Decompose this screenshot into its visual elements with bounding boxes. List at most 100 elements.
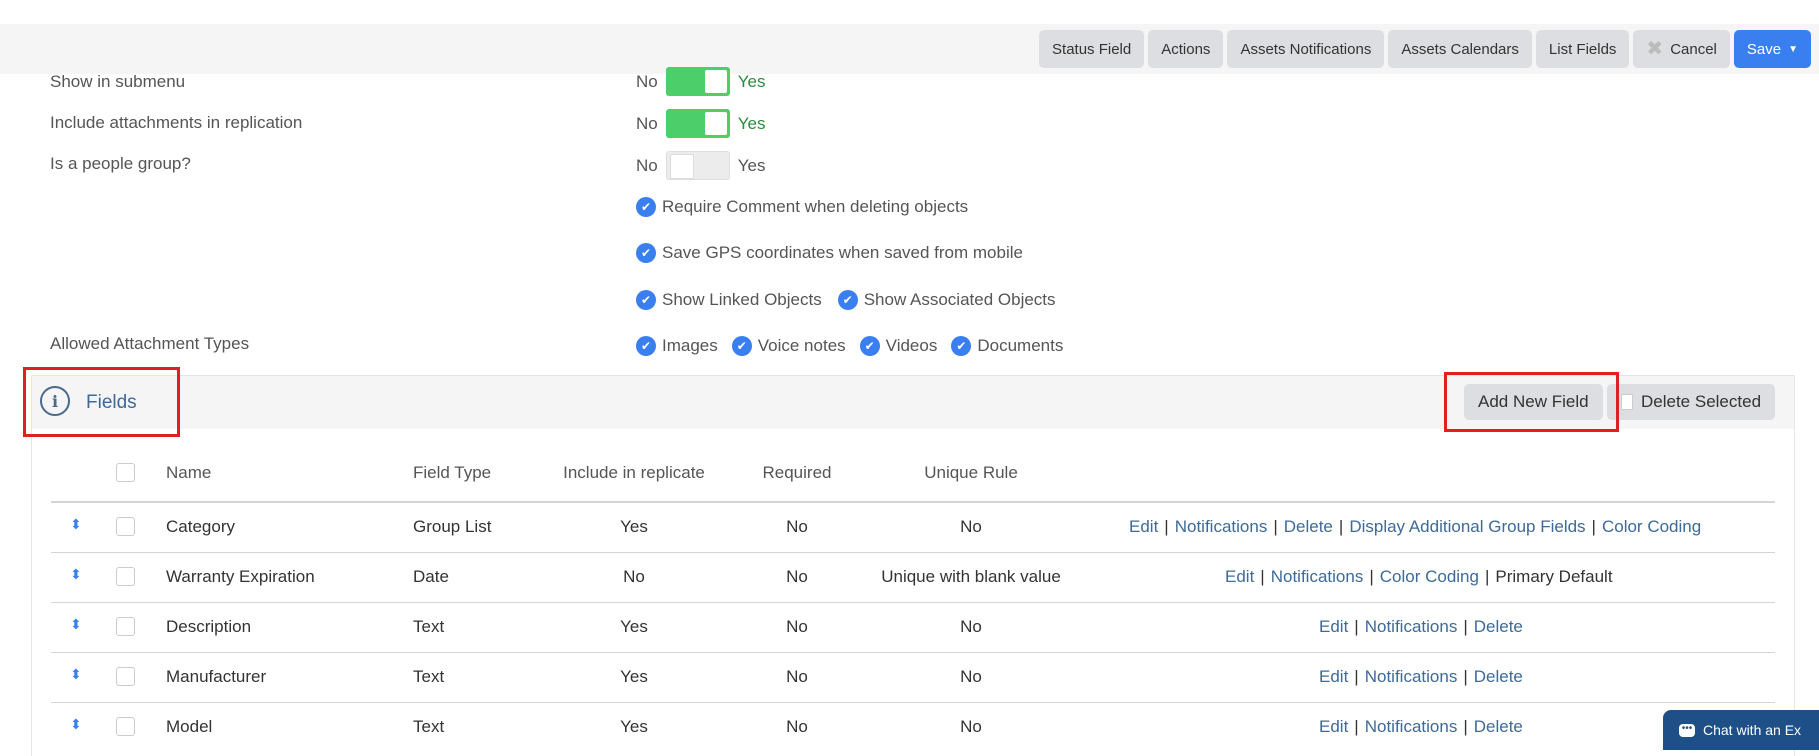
attachment-type-label: Voice notes <box>757 336 846 355</box>
field-unique: No <box>960 717 982 736</box>
attachment-type-documents[interactable]: ✔ Documents <box>951 336 1063 356</box>
require-comment-option[interactable]: ✔ Require Comment when deleting objects <box>636 197 968 217</box>
attachment-type-images[interactable]: ✔ Images <box>636 336 718 356</box>
row-actions: Edit | Notifications | Delete <box>1319 667 1523 687</box>
include-attachments-toggle[interactable]: No Yes <box>636 109 765 138</box>
notifications-link[interactable]: Notifications <box>1271 567 1364 586</box>
check-circle-icon[interactable]: ✔ <box>837 290 858 310</box>
check-circle-icon[interactable]: ✔ <box>636 336 656 356</box>
notifications-link[interactable]: Notifications <box>1175 517 1268 536</box>
save-button[interactable]: Save ▼ <box>1733 30 1811 68</box>
list-fields-button[interactable]: List Fields <box>1535 30 1630 68</box>
row-checkbox[interactable] <box>116 567 135 586</box>
separator: | <box>1369 567 1374 586</box>
save-gps-option[interactable]: ✔ Save GPS coordinates when saved from mo… <box>636 243 1023 263</box>
show-associated-option[interactable]: ✔ Show Associated Objects <box>837 290 1056 310</box>
delete-selected-button[interactable]: Delete Selected <box>1607 384 1776 420</box>
actions-button[interactable]: Actions <box>1148 30 1224 68</box>
delete-link[interactable]: Delete <box>1474 667 1523 686</box>
select-all-checkbox[interactable] <box>116 463 135 482</box>
notifications-link[interactable]: Notifications <box>1365 717 1458 736</box>
field-name: Warranty Expiration <box>166 567 315 586</box>
show-in-submenu-switch[interactable] <box>665 67 730 96</box>
assets-calendars-button[interactable]: Assets Calendars <box>1388 30 1532 68</box>
display-group-fields-link[interactable]: Display Additional Group Fields <box>1349 517 1585 536</box>
check-circle-icon[interactable]: ✔ <box>731 336 752 356</box>
table-row: ⬍ Manufacturer Text Yes No No Edit | Notif… <box>51 652 1775 703</box>
status-field-button[interactable]: Status Field <box>1039 30 1145 68</box>
separator: | <box>1484 567 1490 586</box>
save-label: Save <box>1746 40 1782 58</box>
people-group-label: Is a people group? <box>50 154 191 173</box>
separator: | <box>1354 667 1359 686</box>
field-required: No <box>786 517 808 536</box>
row-checkbox[interactable] <box>116 617 135 636</box>
header-name: Name <box>166 463 212 482</box>
drag-handle-icon[interactable]: ⬍ <box>70 566 82 583</box>
toolbar-buttons: Status Field Actions Assets Notification… <box>1039 24 1811 74</box>
notifications-link[interactable]: Notifications <box>1365 617 1458 636</box>
save-gps-label: Save GPS coordinates when saved from mob… <box>662 243 1023 262</box>
separator: | <box>1463 667 1468 686</box>
edit-link[interactable]: Edit <box>1129 517 1158 536</box>
top-toolbar: Status Field Actions Assets Notification… <box>0 24 1819 74</box>
allowed-attachment-types-label: Allowed Attachment Types <box>50 334 250 353</box>
field-type: Date <box>413 567 449 586</box>
show-linked-label: Show Linked Objects <box>662 290 822 309</box>
drag-handle-icon[interactable]: ⬍ <box>70 516 82 533</box>
drag-handle-icon[interactable]: ⬍ <box>70 716 82 733</box>
delete-selected-label: Delete Selected <box>1641 392 1762 411</box>
table-row: ⬍ Model Text Yes No No Edit | Notification… <box>51 702 1775 752</box>
row-checkbox[interactable] <box>116 667 135 686</box>
show-in-submenu-toggle[interactable]: No Yes <box>636 67 765 96</box>
delete-link[interactable]: Delete <box>1474 617 1523 636</box>
delete-link[interactable]: Delete <box>1284 517 1333 536</box>
row-checkbox[interactable] <box>116 517 135 536</box>
notifications-link[interactable]: Notifications <box>1365 667 1458 686</box>
drag-handle-icon[interactable]: ⬍ <box>70 616 82 633</box>
edit-link[interactable]: Edit <box>1319 717 1348 736</box>
check-circle-icon[interactable]: ✔ <box>951 336 972 356</box>
toggle-yes-label: Yes <box>737 113 766 133</box>
check-circle-icon[interactable]: ✔ <box>636 243 656 263</box>
people-group-switch[interactable] <box>665 151 730 180</box>
color-coding-link[interactable]: Color Coding <box>1602 517 1701 536</box>
check-circle-icon[interactable]: ✔ <box>636 197 656 217</box>
edit-link[interactable]: Edit <box>1225 567 1254 586</box>
field-unique: No <box>960 617 982 636</box>
linked-objects-options: ✔ Show Linked Objects ✔ Show Associated Ob… <box>636 290 1056 310</box>
switch-knob <box>669 154 694 179</box>
show-linked-option[interactable]: ✔ Show Linked Objects <box>636 290 822 310</box>
row-checkbox[interactable] <box>116 717 135 736</box>
field-type: Text <box>413 617 445 636</box>
check-circle-icon[interactable]: ✔ <box>636 290 656 310</box>
people-group-toggle[interactable]: No Yes <box>636 151 765 180</box>
actions-label: Actions <box>1161 40 1211 58</box>
field-unique: Unique with blank value <box>881 567 1061 586</box>
check-circle-icon[interactable]: ✔ <box>859 336 880 356</box>
cancel-button[interactable]: ✖ Cancel <box>1633 30 1730 68</box>
attachment-type-voice-notes[interactable]: ✔ Voice notes <box>731 336 846 356</box>
require-comment-label: Require Comment when deleting objects <box>662 197 969 216</box>
color-coding-link[interactable]: Color Coding <box>1380 567 1479 586</box>
edit-link[interactable]: Edit <box>1319 617 1348 636</box>
drag-handle-icon[interactable]: ⬍ <box>70 666 82 683</box>
separator: | <box>1354 717 1359 736</box>
assets-notifications-button[interactable]: Assets Notifications <box>1227 30 1385 68</box>
edit-link[interactable]: Edit <box>1319 667 1348 686</box>
assets-calendars-label: Assets Calendars <box>1401 40 1519 58</box>
separator: | <box>1354 617 1359 636</box>
chat-button[interactable]: ••• Chat with an Ex <box>1663 710 1819 750</box>
delete-link[interactable]: Delete <box>1474 717 1523 736</box>
close-icon: ✖ <box>1646 38 1664 60</box>
include-attachments-switch[interactable] <box>665 109 730 138</box>
row-actions: Edit | Notifications | Color Coding | Primary … <box>1225 567 1613 587</box>
header-required: Required <box>762 463 832 482</box>
top-strip <box>0 0 1819 24</box>
attachment-types-options: ✔ Images ✔ Voice notes ✔ Videos ✔ Documents <box>636 336 1063 356</box>
show-associated-label: Show Associated Objects <box>863 290 1056 309</box>
attachment-type-videos[interactable]: ✔ Videos <box>859 336 937 356</box>
field-unique: No <box>960 667 982 686</box>
assets-notifications-label: Assets Notifications <box>1240 40 1372 58</box>
table-row: ⬍ Warranty Expiration Date No No Unique … <box>51 552 1775 603</box>
